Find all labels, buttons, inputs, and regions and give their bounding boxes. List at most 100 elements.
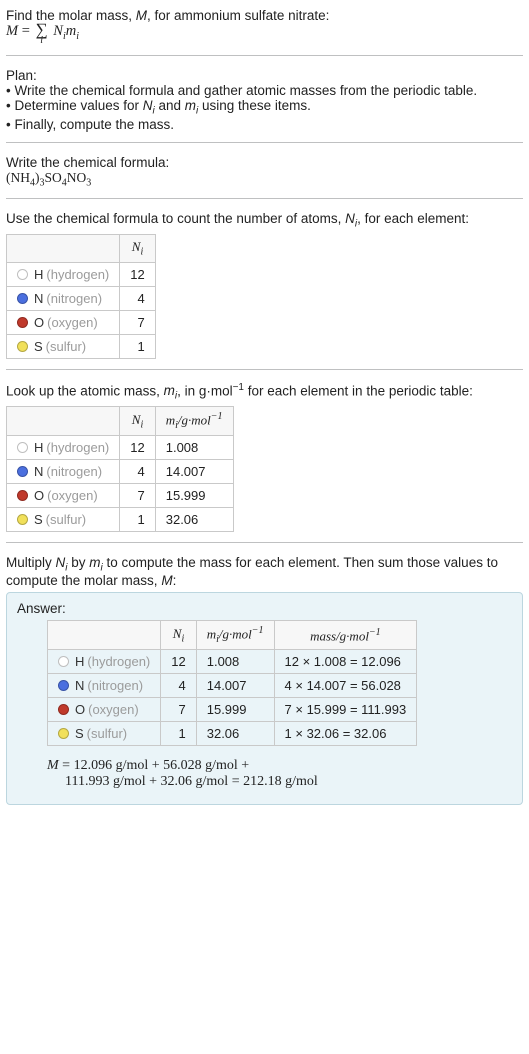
write-title: Write the chemical formula: [6,155,523,170]
plan-b2: • Determine values for Ni and mi using t… [6,98,523,117]
mi-cell: 15.999 [155,483,233,507]
mult-m: mi [89,555,102,570]
element-cell: N(nitrogen) [7,286,120,310]
intro-equation: M = ∑i Nimi [6,23,523,45]
element-dot-icon [17,269,28,280]
separator [6,369,523,370]
table-row: S(sulfur)132.061 × 32.06 = 32.06 [48,722,417,746]
count-title-b: , for each element: [357,211,469,226]
th-Ni: Ni [120,235,155,263]
element-name: (oxygen) [47,488,98,503]
plan-b2-N: Ni [143,98,155,113]
element-cell: S(sulfur) [7,507,120,531]
plan-section: Plan: • Write the chemical formula and g… [6,64,523,138]
plan-b2-mid: and [155,98,185,113]
count-table: Ni H(hydrogen)12N(nitrogen)4O(oxygen)7S(… [6,234,156,359]
element-cell: S(sulfur) [48,722,161,746]
element-name: (sulfur) [87,726,127,741]
th-blank [7,406,120,435]
element-symbol: O [34,488,44,503]
mass-title: Look up the atomic mass, mi, in g·mol−1 … [6,382,523,402]
separator [6,142,523,143]
Ni-cell: 12 [120,435,155,459]
plan-b2-a: • Determine values for [6,98,143,113]
multiply-section: Multiply Ni by mi to compute the mass fo… [6,551,523,812]
mi-cell: 15.999 [196,698,274,722]
intro-section: Find the molar mass, M, for ammonium sul… [6,4,523,51]
element-cell: O(oxygen) [7,483,120,507]
mass-title-a: Look up the atomic mass, [6,383,164,398]
mass-title-c: for each element in the periodic table: [244,383,473,398]
eq-lhs: M [6,23,18,39]
table-row: S(sulfur)1 [7,334,156,358]
th-mi: mi/g·mol−1 [196,621,274,650]
Ni-cell: 4 [120,459,155,483]
table-row: S(sulfur)132.06 [7,507,234,531]
separator [6,542,523,543]
mass-title-m: mi [164,383,177,398]
answer-label: Answer: [17,601,512,616]
mass-cell: 1 × 32.06 = 32.06 [274,722,417,746]
th-Ni: Ni [161,621,196,650]
element-dot-icon [58,704,69,715]
element-symbol: S [34,512,43,527]
table-row: O(oxygen)7 [7,310,156,334]
th-mi: mi/g·mol−1 [155,406,233,435]
element-symbol: N [34,291,43,306]
mi-cell: 1.008 [155,435,233,459]
element-symbol: N [75,678,84,693]
element-cell: H(hydrogen) [7,262,120,286]
separator [6,55,523,56]
table-row: H(hydrogen)121.00812 × 1.008 = 12.096 [48,650,417,674]
Ni-cell: 1 [120,334,155,358]
count-title-a: Use the chemical formula to count the nu… [6,211,345,226]
element-symbol: O [75,702,85,717]
table-row: O(oxygen)715.999 [7,483,234,507]
mcalc-line2: 111.993 g/mol + 32.06 g/mol = 212.18 g/m… [65,774,512,790]
plan-b3: • Finally, compute the mass. [6,117,523,132]
table-row: N(nitrogen)414.0074 × 14.007 = 56.028 [48,674,417,698]
mass-section: Look up the atomic mass, mi, in g·mol−1 … [6,378,523,538]
element-cell: H(hydrogen) [48,650,161,674]
eq-eq: = [18,23,33,39]
element-dot-icon [17,490,28,501]
element-name: (nitrogen) [46,464,102,479]
element-symbol: H [34,440,43,455]
table-row: N(nitrogen)414.007 [7,459,234,483]
element-dot-icon [17,466,28,477]
mi-cell: 1.008 [196,650,274,674]
element-dot-icon [58,728,69,739]
plan-b1: • Write the chemical formula and gather … [6,83,523,98]
element-cell: S(sulfur) [7,334,120,358]
element-dot-icon [58,680,69,691]
th-blank [48,621,161,650]
plan-b2-m: mi [185,98,198,113]
intro-M: M [136,8,147,23]
element-name: (sulfur) [46,512,86,527]
Ni-cell: 1 [161,722,196,746]
molar-mass-calc: M = 12.096 g/mol + 56.028 g/mol + 111.99… [47,758,512,790]
mass-cell: 12 × 1.008 = 12.096 [274,650,417,674]
element-cell: O(oxygen) [48,698,161,722]
answer-table: Ni mi/g·mol−1 mass/g·mol−1 H(hydrogen)12… [47,620,417,746]
chemical-formula: (NH4)3SO4NO3 [6,170,523,189]
mi-cell: 14.007 [196,674,274,698]
element-symbol: O [34,315,44,330]
count-title: Use the chemical formula to count the nu… [6,211,523,230]
Ni-cell: 7 [161,698,196,722]
element-symbol: N [34,464,43,479]
element-cell: O(oxygen) [7,310,120,334]
table-header-row: Ni mi/g·mol−1 [7,406,234,435]
element-dot-icon [17,442,28,453]
th-Ni: Ni [120,406,155,435]
element-cell: N(nitrogen) [7,459,120,483]
element-dot-icon [17,514,28,525]
th-blank [7,235,120,263]
plan-b2-b: using these items. [198,98,311,113]
mi-cell: 14.007 [155,459,233,483]
element-symbol: S [75,726,84,741]
element-cell: H(hydrogen) [7,435,120,459]
table-row: H(hydrogen)12 [7,262,156,286]
intro-text-b: , for ammonium sulfate nitrate: [147,8,329,23]
count-section: Use the chemical formula to count the nu… [6,207,523,364]
